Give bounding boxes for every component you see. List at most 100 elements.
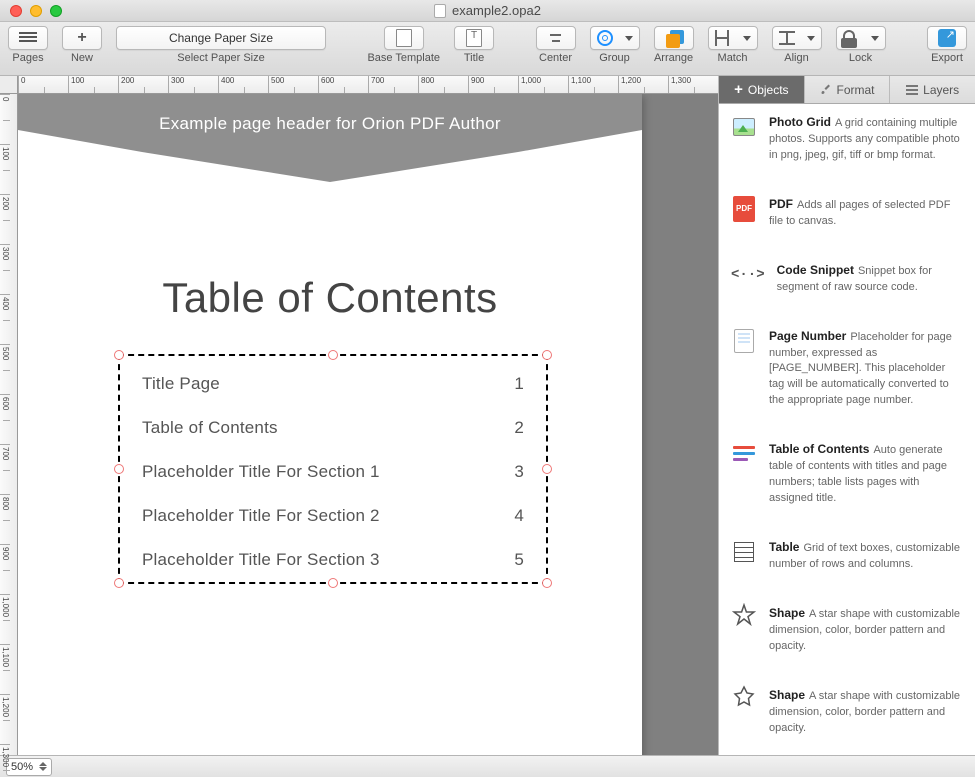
arrange-icon: [666, 30, 682, 46]
toc-icon: [733, 446, 755, 462]
ruler-tick: 900: [468, 76, 518, 93]
export-label: Export: [931, 52, 963, 64]
arrange-button[interactable]: [654, 26, 694, 50]
toc-row-title: Table of Contents: [142, 418, 278, 438]
object-item[interactable]: Table of ContentsAuto generate table of …: [731, 441, 963, 507]
resize-handle[interactable]: [328, 578, 338, 588]
page-header-text: Example page header for Orion PDF Author: [18, 114, 642, 134]
ruler-tick: 700: [368, 76, 418, 93]
match-icon: [715, 30, 729, 46]
object-item[interactable]: <··>Code SnippetSnippet box for segment …: [731, 262, 963, 296]
zoom-stepper[interactable]: 50%: [6, 758, 52, 776]
change-paper-button[interactable]: Change Paper Size: [116, 26, 326, 50]
inspector-panel: + Objects Format Layers Photo GridA grid…: [718, 76, 975, 755]
object-item-text: Page NumberPlaceholder for page number, …: [769, 328, 963, 410]
shape-icon: [732, 685, 756, 714]
resize-handle[interactable]: [328, 350, 338, 360]
objects-list[interactable]: Photo GridA grid containing multiple pho…: [719, 104, 975, 755]
toc-row: Placeholder Title For Section 13: [142, 462, 524, 482]
ruler-tick: 1,200: [0, 694, 10, 744]
tab-objects[interactable]: + Objects: [719, 76, 805, 103]
status-bar: 50%: [0, 755, 975, 777]
toc-selection[interactable]: Title Page1Table of Contents2Placeholder…: [118, 354, 548, 584]
ruler-tick: 300: [0, 244, 10, 294]
lock-button[interactable]: [836, 26, 886, 50]
resize-handle[interactable]: [114, 464, 124, 474]
resize-handle[interactable]: [114, 350, 124, 360]
match-button[interactable]: [708, 26, 758, 50]
object-item-text: TableGrid of text boxes, customizable nu…: [769, 539, 963, 573]
group-icon: [597, 30, 613, 46]
object-item[interactable]: TableGrid of text boxes, customizable nu…: [731, 539, 963, 573]
group-label: Group: [599, 52, 630, 64]
new-button[interactable]: +: [62, 26, 102, 50]
toc-row-page: 5: [514, 550, 524, 570]
stepper-arrows[interactable]: [39, 762, 47, 771]
ruler-tick: 400: [218, 76, 268, 93]
change-paper-text: Change Paper Size: [169, 31, 273, 45]
export-icon: [938, 29, 956, 47]
chevron-down-icon: [807, 36, 815, 41]
center-label: Center: [539, 52, 572, 64]
canvas-viewport[interactable]: Example page header for Orion PDF Author…: [18, 94, 718, 755]
tab-format[interactable]: Format: [805, 76, 891, 103]
code-icon: <··>: [731, 267, 765, 283]
align-button[interactable]: [772, 26, 822, 50]
lock-label: Lock: [849, 52, 872, 64]
object-item-title: Code Snippet: [777, 263, 854, 277]
layers-icon: [906, 85, 918, 95]
pdf-icon: PDF: [733, 196, 755, 222]
toc-row: Placeholder Title For Section 24: [142, 506, 524, 526]
arrange-label: Arrange: [654, 52, 693, 64]
object-item-desc: Adds all pages of selected PDF file to c…: [769, 199, 950, 227]
tab-layers[interactable]: Layers: [890, 76, 975, 103]
object-item[interactable]: Photo GridA grid containing multiple pho…: [731, 114, 963, 164]
inspector-tabs: + Objects Format Layers: [719, 76, 975, 104]
object-item-title: PDF: [769, 197, 793, 211]
ruler-corner: [0, 76, 18, 94]
object-item-text: Table of ContentsAuto generate table of …: [769, 441, 963, 507]
resize-handle[interactable]: [542, 578, 552, 588]
canvas-area: 01002003004005006007008009001,0001,1001,…: [0, 76, 718, 755]
ruler-tick: 500: [0, 344, 10, 394]
object-item[interactable]: ShapeA star shape with customizable dime…: [731, 687, 963, 737]
ruler-tick: 200: [118, 76, 168, 93]
ruler-tick: 400: [0, 294, 10, 344]
document-icon: [434, 4, 446, 18]
work-area: 01002003004005006007008009001,0001,1001,…: [0, 76, 975, 755]
center-button[interactable]: [536, 26, 576, 50]
chevron-down-icon: [871, 36, 879, 41]
shape-icon: [732, 603, 756, 632]
ruler-tick: 1,100: [0, 644, 10, 694]
object-item-text: ShapeA star shape with customizable dime…: [769, 605, 963, 655]
pages-button[interactable]: [8, 26, 48, 50]
toc-row-page: 2: [514, 418, 524, 438]
ruler-tick: 300: [168, 76, 218, 93]
base-template-button[interactable]: [384, 26, 424, 50]
ruler-tick: 800: [418, 76, 468, 93]
chevron-down-icon: [625, 36, 633, 41]
ruler-tick: 0: [0, 94, 10, 144]
zoom-value: 50%: [11, 761, 33, 773]
window-title: example2.opa2: [0, 3, 975, 18]
object-item-title: Photo Grid: [769, 115, 831, 129]
resize-handle[interactable]: [542, 350, 552, 360]
object-item[interactable]: ShapeA star shape with customizable dime…: [731, 605, 963, 655]
page[interactable]: Example page header for Orion PDF Author…: [18, 94, 642, 755]
object-item[interactable]: Page NumberPlaceholder for page number, …: [731, 328, 963, 410]
ruler-tick: 600: [0, 394, 10, 444]
ruler-tick: 0: [18, 76, 68, 93]
toc-row-title: Title Page: [142, 374, 220, 394]
export-button[interactable]: [927, 26, 967, 50]
new-label: New: [71, 52, 93, 64]
object-item[interactable]: PDFPDFAdds all pages of selected PDF fil…: [731, 196, 963, 230]
page-header[interactable]: Example page header for Orion PDF Author: [18, 94, 642, 164]
title-button[interactable]: [454, 26, 494, 50]
group-button[interactable]: [590, 26, 640, 50]
center-icon: [548, 32, 564, 44]
tab-format-label: Format: [837, 83, 875, 97]
toolbar: Pages + New Change Paper Size Select Pap…: [0, 22, 975, 76]
resize-handle[interactable]: [542, 464, 552, 474]
resize-handle[interactable]: [114, 578, 124, 588]
toc-heading: Table of Contents: [18, 274, 642, 322]
